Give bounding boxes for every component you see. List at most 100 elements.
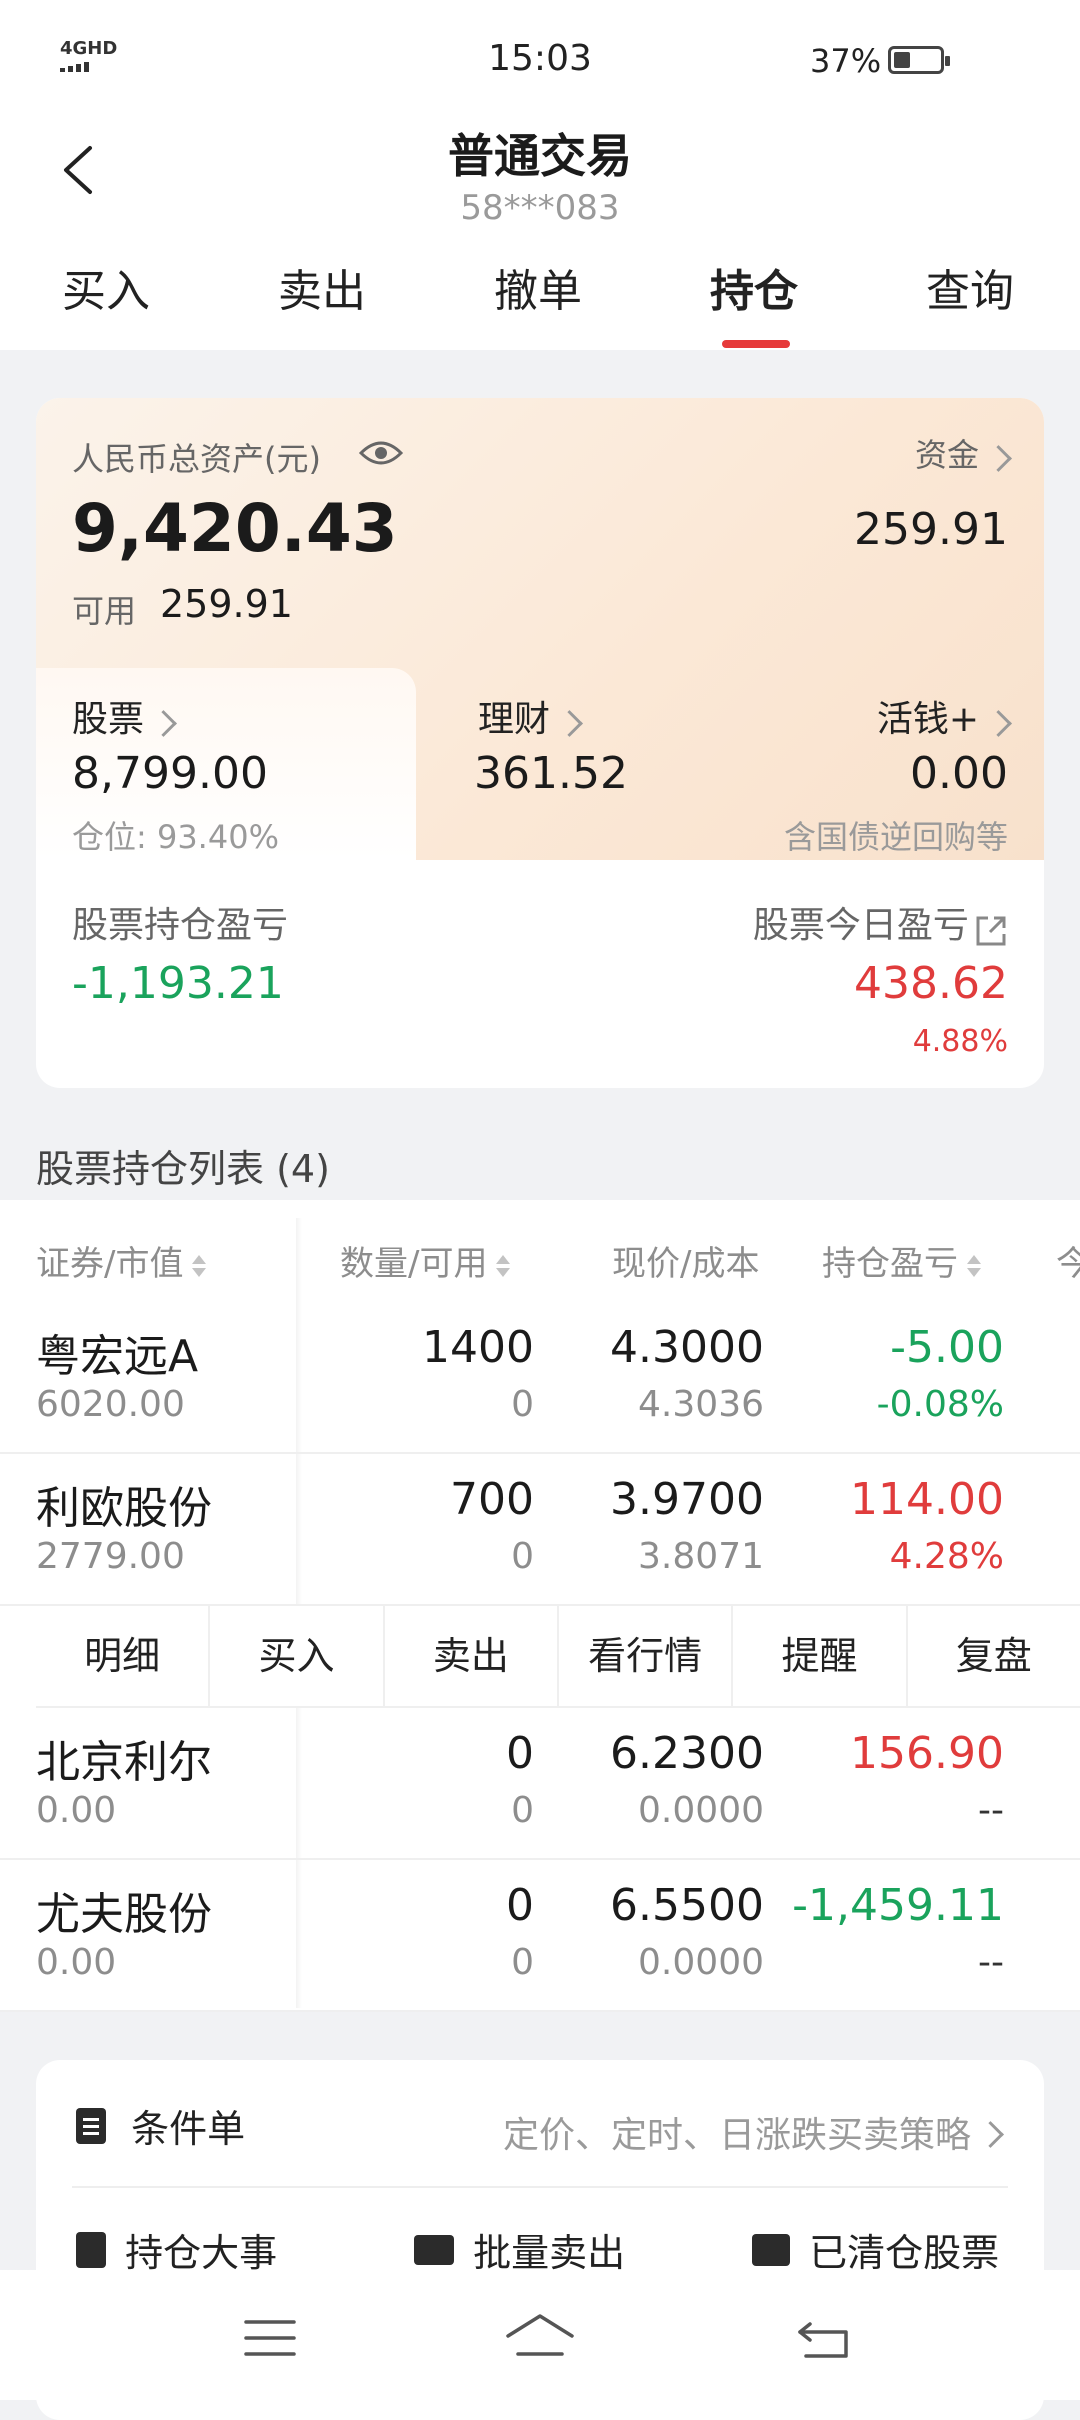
chevron-right-icon	[977, 2120, 1004, 2148]
position-ratio: 仓位: 93.40%	[72, 818, 279, 856]
chevron-right-icon	[985, 445, 1012, 472]
stock-name: 尤夫股份	[36, 1889, 212, 1940]
column-header-pl[interactable]: 持仓盈亏	[822, 1236, 982, 1285]
trade-tabs: 买入 卖出 撤单 持仓 查询	[0, 255, 1080, 350]
huoqian-note: 含国债逆回购等	[783, 818, 1008, 856]
view-quote-button[interactable]: 看行情	[559, 1606, 734, 1706]
today-pl-link[interactable]: 股票今日盈亏	[753, 896, 1008, 952]
stock-name: 利欧股份	[36, 1483, 212, 1534]
news-icon	[76, 2231, 106, 2268]
conditional-order-description: 定价、定时、日涨跌买卖策略	[502, 2106, 1004, 2158]
sort-icon	[191, 1253, 207, 1279]
table-row[interactable]: 粤宏远A 6020.00 1400 0 4.3000 4.3036 -5.00 …	[0, 1300, 1080, 1454]
position-pl-percent: --	[978, 1942, 1004, 1983]
external-link-icon	[974, 914, 1008, 952]
cost-price: 4.3036	[638, 1384, 764, 1425]
market-value: 0.00	[36, 1942, 117, 1983]
conditional-order-desc-text: 定价、定时、日涨跌买卖策略	[502, 2115, 971, 2156]
batch-sell-label: 批量卖出	[473, 2231, 626, 2275]
chevron-right-icon	[150, 710, 177, 737]
menu-icon[interactable]	[244, 2316, 296, 2364]
stock-name: 粤宏远A	[36, 1331, 199, 1382]
tab-sell[interactable]: 卖出	[278, 255, 366, 319]
sort-icon	[966, 1253, 982, 1279]
fund-label: 资金	[914, 436, 979, 474]
home-icon[interactable]	[504, 2312, 576, 2366]
archive-box-icon	[752, 2233, 790, 2266]
quantity: 0	[506, 1880, 534, 1931]
holding-pl-value: -1,193.21	[72, 958, 284, 1009]
total-assets-value: 9,420.43	[72, 490, 398, 567]
position-pl-percent: 4.28%	[889, 1536, 1004, 1577]
conditional-order-label: 条件单	[131, 2107, 246, 2151]
reminder-button[interactable]: 提醒	[733, 1606, 908, 1706]
eye-icon[interactable]	[358, 436, 404, 474]
current-price: 4.3000	[610, 1322, 764, 1373]
available-quantity: 0	[511, 1790, 534, 1831]
fund-value: 259.91	[854, 504, 1008, 555]
position-pl: -1,459.11	[792, 1880, 1004, 1931]
huoqian-link[interactable]: 活钱+	[877, 690, 1012, 742]
chevron-right-icon	[985, 710, 1012, 737]
wealth-value: 361.52	[474, 748, 628, 799]
today-pl-value: 438.62	[854, 958, 1008, 1009]
today-pl-label: 股票今日盈亏	[752, 905, 969, 946]
active-tab-indicator	[722, 340, 790, 348]
ticket-icon	[414, 2234, 454, 2265]
table-row[interactable]: 利欧股份 2779.00 700 0 3.9700 3.8071 114.00 …	[0, 1452, 1080, 1606]
column-header-price: 现价/成本	[612, 1236, 759, 1285]
available-quantity: 0	[511, 1536, 534, 1577]
asset-summary-card: 人民币总资产(元) 9,420.43 可用 259.91 资金 259.91 股…	[36, 398, 1044, 1088]
column-header-label: 持仓盈亏	[822, 1244, 958, 1284]
stock-name: 北京利尔	[36, 1737, 212, 1788]
position-pl: 156.90	[850, 1728, 1004, 1779]
page-title: 普通交易	[448, 129, 632, 183]
current-price: 3.9700	[610, 1474, 764, 1525]
quantity: 700	[450, 1474, 534, 1525]
total-assets-label: 人民币总资产(元)	[72, 440, 321, 478]
sort-icon	[495, 1253, 511, 1279]
table-row[interactable]: 北京利尔 0.00 0 0 6.2300 0.0000 156.90 --	[0, 1706, 1080, 1860]
market-value: 0.00	[36, 1790, 117, 1831]
table-row[interactable]: 尤夫股份 0.00 0 0 6.5500 0.0000 -1,459.11 --	[0, 1858, 1080, 2012]
cost-price: 0.0000	[638, 1942, 764, 1983]
column-header-security[interactable]: 证券/市值	[36, 1236, 207, 1285]
review-button[interactable]: 复盘	[908, 1606, 1080, 1706]
back-nav-icon[interactable]	[796, 2316, 852, 2366]
position-pl: -5.00	[890, 1322, 1004, 1373]
position-pl-percent: -0.08%	[876, 1384, 1004, 1425]
current-price: 6.5500	[610, 1880, 764, 1931]
detail-button[interactable]: 明细	[36, 1606, 211, 1706]
buy-button[interactable]: 买入	[210, 1606, 385, 1706]
position-pl: 114.00	[850, 1474, 1004, 1525]
account-number: 58***083	[460, 188, 620, 228]
wealth-label: 理财	[478, 699, 551, 740]
stock-link[interactable]: 股票	[72, 690, 177, 742]
stock-value: 8,799.00	[72, 748, 268, 799]
available-label: 可用	[72, 592, 137, 630]
available-value: 259.91	[160, 582, 293, 626]
chevron-right-icon	[556, 710, 583, 737]
column-header-quantity[interactable]: 数量/可用	[340, 1236, 511, 1285]
divider	[72, 2186, 1008, 2188]
wealth-link[interactable]: 理财	[478, 690, 583, 742]
column-header-today[interactable]: 今	[1056, 1236, 1080, 1285]
battery-percent: 37%	[810, 42, 882, 80]
row-action-bar: 明细 买入 卖出 看行情 提醒 复盘	[36, 1604, 1080, 1708]
position-pl-percent: --	[978, 1790, 1004, 1831]
tab-query[interactable]: 查询	[926, 255, 1014, 319]
fund-link[interactable]: 资金	[914, 430, 1012, 476]
market-value: 6020.00	[36, 1384, 185, 1425]
today-pl-percent: 4.88%	[912, 1024, 1008, 1059]
position-events-label: 持仓大事	[125, 2231, 278, 2275]
huoqian-value: 0.00	[910, 748, 1008, 799]
tab-holdings[interactable]: 持仓	[710, 255, 798, 319]
tab-buy[interactable]: 买入	[62, 255, 150, 319]
cost-price: 0.0000	[638, 1790, 764, 1831]
cost-price: 3.8071	[638, 1536, 764, 1577]
stock-label: 股票	[72, 699, 145, 740]
tab-cancel[interactable]: 撤单	[494, 255, 582, 319]
cleared-stocks-label: 已清仓股票	[809, 2231, 1000, 2275]
sell-button[interactable]: 卖出	[385, 1606, 559, 1706]
conditional-order-row[interactable]: 条件单 定价、定时、日涨跌买卖策略	[76, 2098, 1006, 2168]
